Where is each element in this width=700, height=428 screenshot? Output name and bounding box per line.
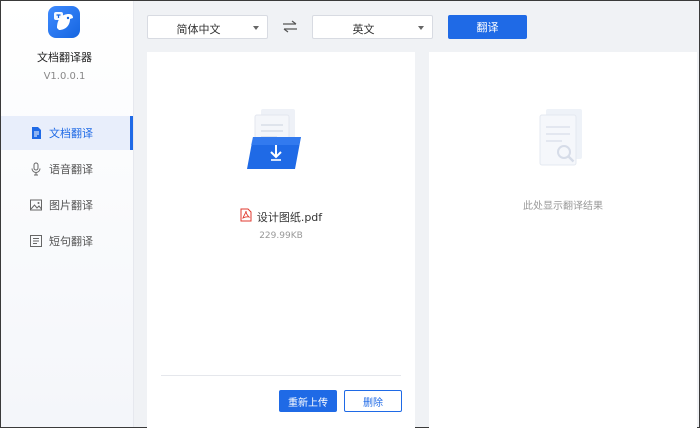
swap-languages-button[interactable] <box>280 17 300 37</box>
source-document-panel: 设计图纸.pdf 229.99KB 重新上传 删除 <box>147 52 415 428</box>
sidebar-item-voice-translate[interactable]: 语音翻译 <box>1 152 133 186</box>
bird-logo-icon <box>54 12 73 30</box>
image-icon <box>29 198 43 212</box>
source-language-value: 简体中文 <box>176 23 221 36</box>
uploaded-file: 设计图纸.pdf <box>147 208 415 225</box>
caret-down-icon <box>253 26 259 30</box>
sidebar: 文档翻译器 V1.0.0.1 文档翻译 语音翻译 图片翻译 短句翻译 <box>1 1 134 427</box>
swap-arrows-icon <box>283 20 297 33</box>
file-name: 设计图纸.pdf <box>256 210 323 224</box>
source-language-select[interactable]: 简体中文 <box>147 15 268 39</box>
sidebar-item-label: 图片翻译 <box>49 199 93 212</box>
sidebar-item-document-translate[interactable]: 文档翻译 <box>1 116 133 150</box>
sidebar-item-label: 文档翻译 <box>49 127 93 140</box>
result-placeholder: 此处显示翻译结果 <box>523 201 603 212</box>
sidebar-item-sentence-translate[interactable]: 短句翻译 <box>1 224 133 258</box>
app-logo <box>48 6 80 38</box>
upload-folder-icon <box>247 107 313 183</box>
reupload-button[interactable]: 重新上传 <box>279 390 337 412</box>
sidebar-item-image-translate[interactable]: 图片翻译 <box>1 188 133 222</box>
text-lines-icon <box>29 234 43 248</box>
document-icon <box>29 126 43 140</box>
delete-button[interactable]: 删除 <box>344 390 402 412</box>
divider <box>161 375 401 376</box>
sidebar-item-label: 短句翻译 <box>49 235 93 248</box>
target-language-value: 英文 <box>352 23 375 36</box>
translate-button[interactable]: 翻译 <box>448 15 527 39</box>
caret-down-icon <box>418 26 424 30</box>
target-language-select[interactable]: 英文 <box>312 15 433 39</box>
file-size: 229.99KB <box>259 231 303 241</box>
pdf-icon <box>240 208 252 225</box>
document-search-icon <box>532 107 594 181</box>
sidebar-item-label: 语音翻译 <box>49 163 93 176</box>
microphone-icon <box>29 162 43 176</box>
app-name: 文档翻译器 <box>37 51 92 64</box>
translation-result-panel: 此处显示翻译结果 <box>429 52 697 428</box>
app-version: V1.0.0.1 <box>43 71 86 82</box>
